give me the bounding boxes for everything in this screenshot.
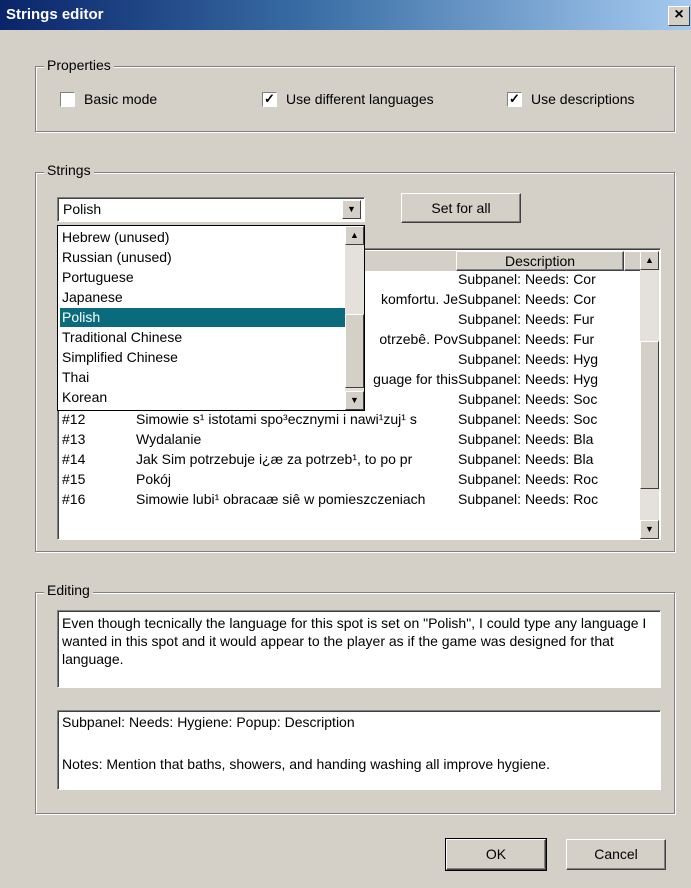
language-select-value: Polish [63,201,102,217]
scroll-down-icon[interactable]: ▼ [640,520,659,539]
strings-legend: Strings [44,162,94,178]
title-bar: Strings editor × [0,0,691,30]
description-line-1: Subpanel: Needs: Hygiene: Popup: Descrip… [62,714,355,730]
row-description: Subpanel: Needs: Cor [458,271,596,287]
row-text: Simowie s¹ istotami spo³ecznymi i nawi¹z… [136,411,417,427]
chevron-down-icon[interactable]: ▼ [342,200,361,219]
scroll-up-icon[interactable]: ▲ [640,251,659,270]
dropdown-item[interactable]: Traditional Chinese [60,328,345,347]
dropdown-item[interactable]: Hebrew (unused) [60,228,345,247]
description-text-area[interactable]: Subpanel: Needs: Hygiene: Popup: Descrip… [57,710,661,790]
description-header-label: Description [504,253,576,269]
use-descriptions-label: Use descriptions [531,91,635,107]
row-description: Subpanel: Needs: Fur [458,331,595,347]
row-description: Subpanel: Needs: Bla [458,431,594,447]
language-select[interactable]: Polish ▼ [57,197,365,222]
basic-mode-label: Basic mode [84,91,158,107]
basic-mode-checkbox[interactable]: Basic mode [60,91,190,110]
dropdown-item[interactable]: Portuguese [60,268,345,287]
set-for-all-button[interactable]: Set for all [401,193,521,223]
row-description: Subpanel: Needs: Cor [458,291,596,307]
editing-legend: Editing [44,582,93,598]
row-description: Subpanel: Needs: Roc [458,471,599,487]
dropdown-item[interactable]: Japanese [60,288,345,307]
row-description: Subpanel: Needs: Hyg [458,351,599,367]
edit-text-area[interactable]: Even though tecnically the language for … [57,610,661,688]
row-description: Subpanel: Needs: Roc [458,491,599,507]
dropdown-scrollbar-thumb[interactable] [345,314,364,388]
use-languages-label: Use different languages [286,91,434,107]
row-text: Simowie lubi¹ obracaæ siê w pomieszczeni… [136,491,426,507]
row-text: Jak Sim potrzebuje i¿æ za potrzeb¹, to p… [136,451,413,467]
dropdown-item[interactable]: Simplified Chinese [60,348,345,367]
window-title: Strings editor [6,6,104,23]
close-button[interactable]: × [668,6,690,26]
dropdown-item[interactable]: Thai [60,368,345,387]
row-description: Subpanel: Needs: Fur [458,311,595,327]
use-descriptions-checkbox[interactable]: ✓ Use descriptions [507,91,667,110]
cancel-button[interactable]: Cancel [566,839,666,870]
row-text: Wydalanie [136,431,202,447]
edit-text-value: Even though tecnically the language for … [62,615,647,667]
basic-mode-check-icon[interactable] [60,92,75,107]
row-id: #12 [62,411,86,427]
use-languages-checkbox[interactable]: ✓ Use different languages [262,91,472,110]
table-row[interactable]: #16 Simowie lubi¹ obracaæ siê w pomieszcz… [60,491,638,511]
row-id: #15 [62,471,86,487]
dropdown-item[interactable]: Polish [60,308,345,327]
language-dropdown-list[interactable]: Korean Thai Simplified Chinese Traditional … [57,225,365,411]
row-id: #16 [62,491,86,507]
table-row[interactable]: #15 Pokój Subpanel: Needs: Roc [60,471,638,491]
use-languages-check-icon[interactable]: ✓ [262,92,277,107]
dropdown-item[interactable]: Korean [60,388,345,407]
description-line-2: Notes: Mention that baths, showers, and … [62,756,550,772]
column-header-description[interactable]: Description [456,251,624,271]
row-description: Subpanel: Needs: Bla [458,451,594,467]
row-description: Subpanel: Needs: Hyg [458,371,599,387]
row-text: Pokój [136,471,172,487]
row-description: Subpanel: Needs: Soc [458,391,598,407]
row-id: #14 [62,451,86,467]
ok-button[interactable]: OK [445,838,547,871]
use-descriptions-check-icon[interactable]: ✓ [507,92,522,107]
row-description: Subpanel: Needs: Soc [458,411,598,427]
dropdown-scroll-down-icon[interactable]: ▼ [345,391,364,410]
row-id: #13 [62,431,86,447]
table-row[interactable]: #13 Wydalanie Subpanel: Needs: Bla [60,431,638,451]
scrollbar-thumb[interactable] [640,341,659,489]
dropdown-item[interactable]: Russian (unused) [60,248,345,267]
properties-legend: Properties [44,57,114,73]
dropdown-scroll-up-icon[interactable]: ▲ [345,226,364,245]
table-scrollbar[interactable]: ▲ ▼ [640,251,659,539]
table-row[interactable]: #14 Jak Sim potrzebuje i¿æ za potrzeb¹, t… [60,451,638,471]
dropdown-scrollbar[interactable]: ▲ ▼ [345,226,364,410]
table-row[interactable]: #12 Simowie s¹ istotami spo³ecznymi i naw… [60,411,638,431]
